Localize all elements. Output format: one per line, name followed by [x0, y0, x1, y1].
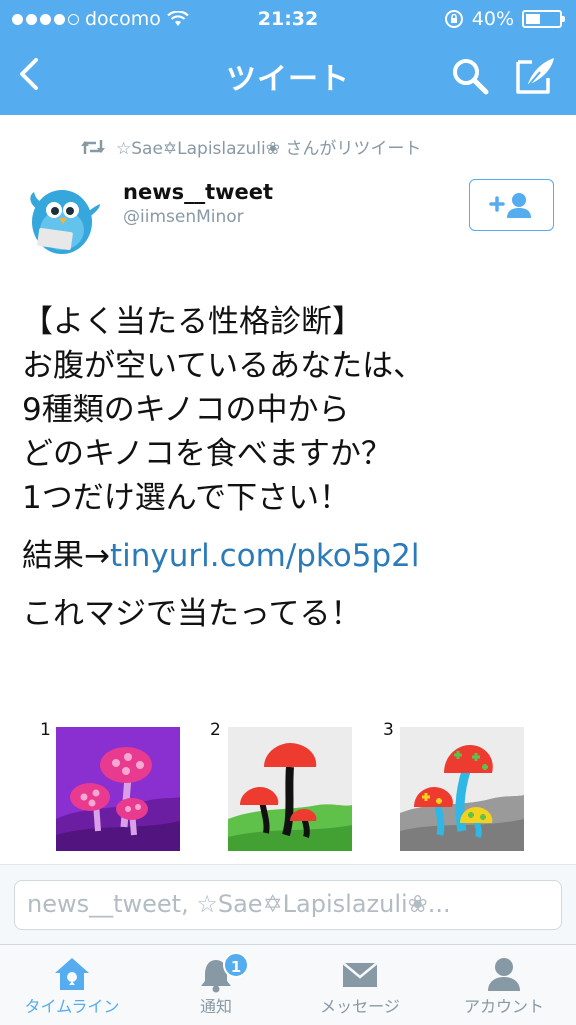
mushroom-image-2[interactable]	[228, 727, 352, 851]
tab-label: タイムライン	[24, 997, 120, 1016]
image-number: 1	[40, 720, 51, 740]
image-number: 2	[210, 720, 221, 740]
result-prefix: 結果→	[22, 538, 110, 574]
tweet-line: どのキノコを食べますか？	[22, 436, 392, 472]
author-name[interactable]: news__tweet	[123, 180, 273, 204]
mushroom-image-1[interactable]	[56, 727, 180, 851]
mushroom-image-3[interactable]	[400, 727, 524, 851]
tab-notifications[interactable]: 通知	[144, 945, 288, 1025]
tab-account[interactable]: アカウント	[432, 945, 576, 1025]
add-user-icon	[489, 193, 531, 218]
tweet-result-line: 結果→tinyurl.com/pko5p2l	[22, 534, 562, 578]
notification-badge: 1	[223, 952, 249, 978]
home-icon	[55, 958, 89, 990]
tab-messages[interactable]: メッセージ	[288, 945, 432, 1025]
avatar[interactable]	[26, 178, 106, 258]
person-icon	[488, 958, 520, 991]
tab-timeline[interactable]: タイムライン	[0, 945, 144, 1025]
tab-label: アカウント	[463, 997, 544, 1016]
retweet-icon	[81, 139, 105, 154]
tweet-line: 9種類のキノコの中から	[22, 392, 350, 428]
tweet-line: 【よく当たる性格診断】	[22, 304, 363, 340]
tab-label: 通知	[199, 997, 232, 1016]
battery-percent: 40%	[471, 8, 514, 30]
tweet-line: これマジで当たってる！	[22, 596, 362, 632]
tab-bar: タイムライン 通知 メッセージ アカウント	[0, 944, 576, 1025]
status-right: 40%	[444, 8, 565, 30]
follow-button[interactable]	[469, 179, 554, 231]
author-handle[interactable]: @iimsenMinor	[123, 207, 244, 227]
compose-icon[interactable]	[514, 54, 558, 96]
tweet-link[interactable]: tinyurl.com/pko5p2l	[110, 538, 420, 574]
tweet-line: 1つだけ選んで下さい！	[22, 480, 351, 516]
tweet-line: お腹が空いているあなたは、	[22, 348, 425, 384]
reply-bar: news__tweet, ☆Sae✡Lapislazuli❀...	[0, 864, 576, 945]
image-number: 3	[383, 720, 394, 740]
status-bar: docomo 21:32 40%	[0, 0, 576, 38]
retweet-attribution: ☆Sae✡Lapislazuli❀ さんがリツイート	[80, 134, 421, 159]
rotation-lock-icon	[444, 10, 463, 28]
top-bar: docomo 21:32 40% ツイート	[0, 0, 576, 115]
battery-icon	[522, 10, 565, 28]
retweet-text: ☆Sae✡Lapislazuli❀ さんがリツイート	[116, 139, 422, 159]
reply-input[interactable]: news__tweet, ☆Sae✡Lapislazuli❀...	[14, 880, 562, 930]
tweet-text: 【よく当たる性格診断】 お腹が空いているあなたは、 9種類のキノコの中から どの…	[22, 300, 562, 636]
tab-label: メッセージ	[320, 997, 400, 1016]
envelope-icon	[342, 962, 378, 987]
search-icon[interactable]	[450, 56, 490, 96]
